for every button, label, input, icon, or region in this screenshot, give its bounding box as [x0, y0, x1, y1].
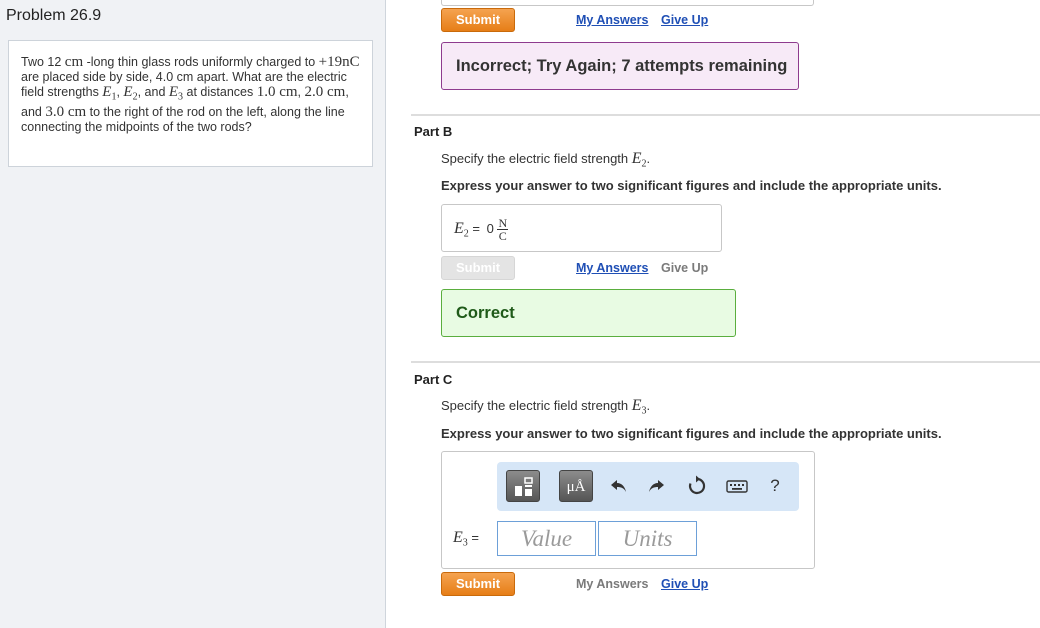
part-c-answer-var: E — [453, 529, 463, 546]
part-b-feedback-correct: Correct — [441, 289, 736, 337]
part-b-answer-eq: = — [468, 220, 484, 236]
reset-icon — [688, 475, 706, 495]
part-c-submit-button[interactable]: Submit — [441, 572, 515, 596]
problem-text: , and — [137, 85, 169, 99]
part-c-instructions: Express your answer to two significant f… — [441, 426, 942, 441]
part-a-my-answers-link[interactable]: My Answers — [576, 13, 648, 27]
redo-button[interactable] — [644, 474, 668, 498]
part-a-give-up-link[interactable]: Give Up — [661, 13, 708, 27]
problem-statement: Two 12 cm -long thin glass rods uniforml… — [8, 40, 373, 167]
var-e3: E — [168, 84, 179, 100]
part-divider — [411, 114, 1040, 116]
distance-3: 3.0 cm — [45, 103, 87, 120]
part-b-prompt-text: Specify the electric field strength — [441, 151, 632, 166]
problem-unit-cm: cm — [64, 54, 84, 70]
problem-charge: +19nC — [318, 54, 360, 70]
problem-text: -long thin glass rods uniformly charged … — [83, 55, 319, 69]
part-b-answer-unit: NC — [497, 217, 509, 243]
part-c-give-up-link[interactable]: Give Up — [661, 577, 708, 591]
help-button[interactable]: ? — [763, 474, 787, 498]
distance-2: 2.0 cm — [304, 84, 346, 100]
part-c-prompt: Specify the electric field strength E3. — [441, 397, 650, 417]
part-c-prompt-end: . — [646, 398, 651, 413]
part-a-feedback-incorrect: Incorrect; Try Again; 7 attempts remaini… — [441, 42, 799, 90]
problem-panel: Problem 26.9 Two 12 cm -long thin glass … — [0, 0, 386, 628]
undo-icon — [611, 480, 626, 492]
templates-button[interactable] — [506, 470, 540, 502]
part-c-var: E — [631, 397, 642, 414]
keyboard-button[interactable] — [724, 474, 750, 498]
templates-icon — [515, 477, 533, 496]
part-c-answer-eq: = — [467, 530, 479, 545]
part-b-submit-button[interactable]: Submit — [441, 256, 515, 280]
part-c-title: Part C — [414, 372, 453, 387]
part-c-answer-label: E3 = — [453, 529, 479, 549]
redo-icon — [649, 480, 664, 492]
var-e2: E — [123, 84, 133, 100]
part-b-answer-value: 0 — [486, 220, 494, 236]
reset-button[interactable] — [685, 474, 709, 498]
part-b-answer-var: E — [454, 219, 464, 237]
keyboard-icon — [726, 480, 748, 493]
part-b-give-up-link: Give Up — [661, 261, 709, 275]
part-c-prompt-text: Specify the electric field strength — [441, 398, 632, 413]
part-b-prompt-end: . — [646, 151, 651, 166]
part-divider — [411, 361, 1040, 363]
part-b-instructions: Express your answer to two significant f… — [441, 178, 942, 193]
units-icon: μÅ — [566, 479, 586, 495]
part-b-var: E — [631, 150, 642, 167]
part-a-answer-box[interactable] — [441, 0, 814, 6]
part-b-my-answers-link[interactable]: My Answers — [576, 261, 648, 275]
distance-1: 1.0 cm — [256, 84, 298, 100]
part-a-submit-button[interactable]: Submit — [441, 8, 515, 32]
value-input[interactable]: Value — [497, 521, 596, 556]
problem-text: at distances — [183, 85, 257, 99]
part-b-answer: E2 = 0 NC — [454, 217, 509, 243]
unit-denominator: C — [498, 229, 507, 243]
part-b-title: Part B — [414, 124, 453, 139]
part-b-prompt: Specify the electric field strength E2. — [441, 150, 650, 170]
units-button[interactable]: μÅ — [559, 470, 593, 502]
problem-title: Problem 26.9 — [6, 7, 102, 24]
part-b-answer-box: E2 = 0 NC — [441, 204, 722, 252]
math-toolbar: μÅ ? — [497, 462, 799, 511]
undo-button[interactable] — [607, 474, 631, 498]
problem-text: Two 12 — [21, 55, 65, 69]
part-c-my-answers-link: My Answers — [576, 577, 649, 591]
units-input[interactable]: Units — [598, 521, 697, 556]
